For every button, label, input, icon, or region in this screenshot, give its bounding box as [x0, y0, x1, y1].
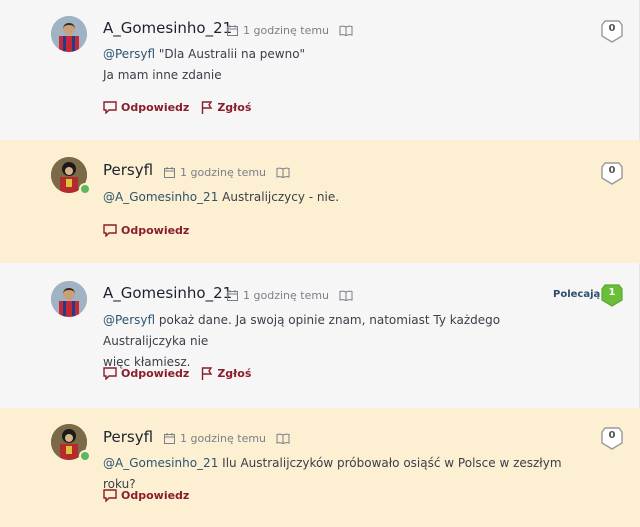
reply-icon [103, 367, 117, 380]
comment-meta: 1 godzinę temu [227, 289, 353, 302]
comment-actions: Odpowiedz Zgłoś [103, 101, 263, 114]
avatar[interactable] [51, 16, 87, 52]
recommend-label: Polecają [553, 289, 601, 300]
calendar-icon [164, 167, 175, 178]
vote-count: 0 [608, 165, 616, 176]
comment-meta: 1 godzinę temu [164, 166, 290, 179]
vote-badge[interactable]: 0 [600, 19, 624, 43]
calendar-icon [227, 290, 238, 301]
reply-label: Odpowiedz [121, 224, 190, 237]
comment-author[interactable]: Persyfl [103, 161, 153, 179]
comment-text: @A_Gomesinho_21 Australijczycy - nie. [103, 187, 583, 208]
comment-time: 1 godzinę temu [243, 24, 330, 37]
reply-icon [103, 489, 117, 502]
reply-label: Odpowiedz [121, 101, 190, 114]
reply-icon [103, 101, 117, 114]
mention-link[interactable]: @A_Gomesinho_21 [103, 456, 218, 470]
comment-author[interactable]: A_Gomesinho_21 [103, 19, 232, 37]
book-icon[interactable] [339, 290, 353, 301]
comment: Persyfl 1 godzinę temu 0 @A_Gomesinho_21… [0, 408, 640, 527]
vote-count: 0 [608, 430, 616, 441]
comment-text: @Persyfl "Dla Australii na pewno" Ja mam… [103, 44, 583, 86]
comment-line: Ja mam inne zdanie [103, 68, 222, 82]
vote-count: 1 [608, 287, 616, 298]
mention-link[interactable]: @Persyfl [103, 313, 155, 327]
comment-author[interactable]: Persyfl [103, 428, 153, 446]
report-button[interactable]: Zgłoś [201, 101, 251, 114]
comment-time: 1 godzinę temu [243, 289, 330, 302]
mention-link[interactable]: @Persyfl [103, 47, 155, 61]
flag-icon [202, 101, 213, 114]
reply-label: Odpowiedz [121, 489, 190, 502]
comment-meta: 1 godzinę temu [227, 24, 353, 37]
reply-button[interactable]: Odpowiedz [103, 367, 189, 380]
reply-icon [103, 224, 117, 237]
calendar-icon [227, 25, 238, 36]
reply-button[interactable]: Odpowiedz [103, 224, 189, 237]
vote-count: 0 [608, 23, 616, 34]
reply-button[interactable]: Odpowiedz [103, 489, 189, 502]
avatar[interactable] [51, 281, 87, 317]
comment-time: 1 godzinę temu [180, 166, 267, 179]
vote-badge[interactable]: 1 [600, 283, 624, 307]
comment-line: Australijczycy - nie. [222, 190, 340, 204]
vote-badge[interactable]: 0 [600, 161, 624, 185]
report-button[interactable]: Zgłoś [201, 367, 251, 380]
online-indicator [79, 450, 91, 462]
comment: Persyfl 1 godzinę temu 0 @A_Gomesinho_21… [0, 140, 640, 263]
calendar-icon [164, 433, 175, 444]
comment-time: 1 godzinę temu [180, 432, 267, 445]
book-icon[interactable] [339, 25, 353, 36]
book-icon[interactable] [276, 433, 290, 444]
mention-link[interactable]: @A_Gomesinho_21 [103, 190, 218, 204]
vote-badge[interactable]: 0 [600, 426, 624, 450]
comment-line: pokaż dane. Ja swoją opinie znam, natomi… [103, 313, 501, 348]
comment-line: "Dla Australii na pewno" [158, 47, 306, 61]
reply-button[interactable]: Odpowiedz [103, 101, 189, 114]
comment-actions: Odpowiedz [103, 224, 201, 237]
report-label: Zgłoś [217, 367, 252, 380]
comment-actions: Odpowiedz Zgłoś [103, 367, 263, 380]
comment-meta: 1 godzinę temu [164, 432, 290, 445]
comment-author[interactable]: A_Gomesinho_21 [103, 284, 232, 302]
report-label: Zgłoś [217, 101, 252, 114]
reply-label: Odpowiedz [121, 367, 190, 380]
book-icon[interactable] [276, 167, 290, 178]
comment: A_Gomesinho_21 1 godzinę temu 0 @Persyfl… [0, 0, 640, 140]
online-indicator [79, 183, 91, 195]
comment-text: @Persyfl pokaż dane. Ja swoją opinie zna… [103, 310, 583, 373]
flag-icon [202, 367, 213, 380]
comment-actions: Odpowiedz [103, 489, 201, 502]
comment: A_Gomesinho_21 1 godzinę temu Polecają 1… [0, 263, 640, 408]
